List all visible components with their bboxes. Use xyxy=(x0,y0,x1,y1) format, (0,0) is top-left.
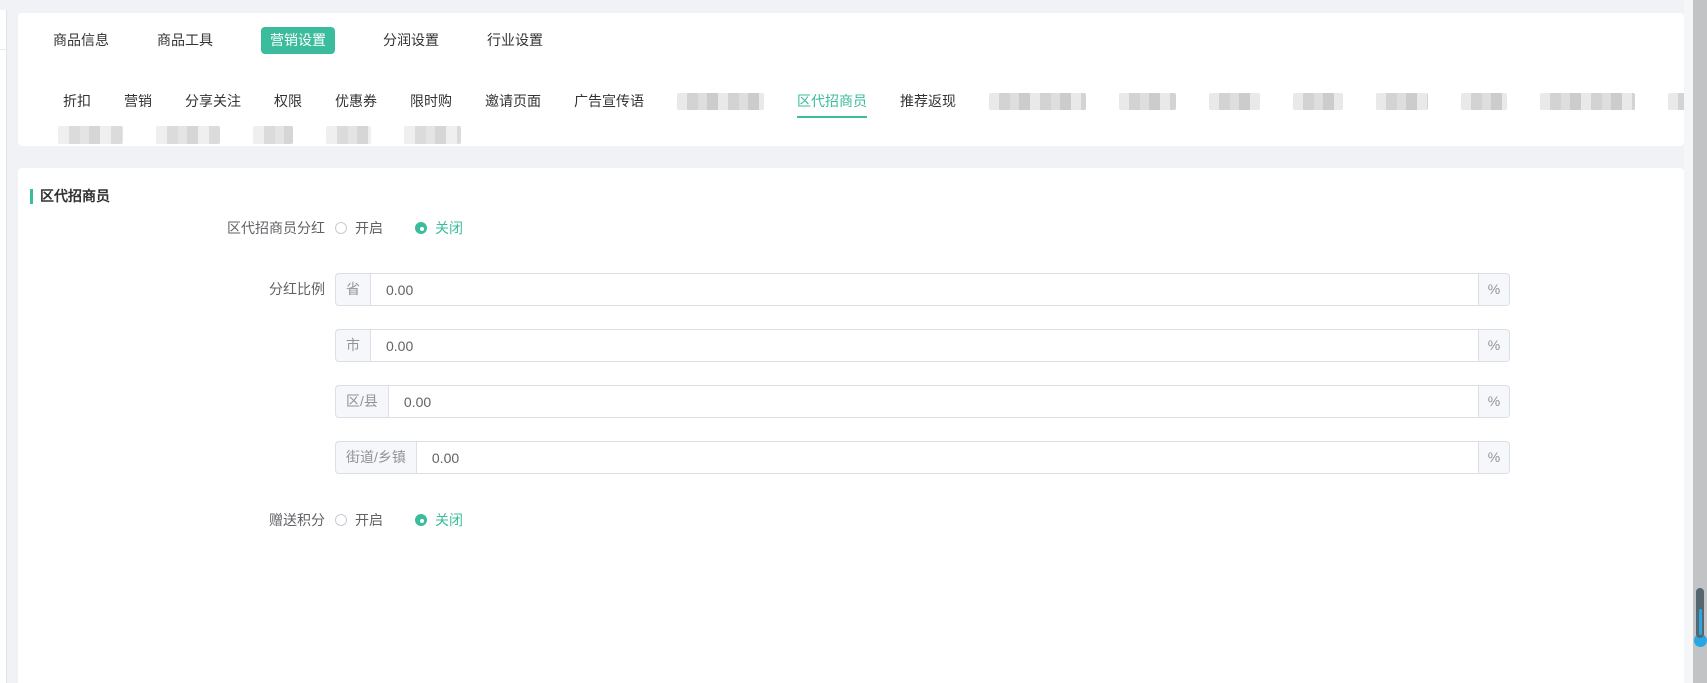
city-prepend-label: 市 xyxy=(335,329,370,362)
tab-marketing[interactable]: 营销 xyxy=(124,92,152,111)
tab-profit-settings[interactable]: 分润设置 xyxy=(383,27,439,54)
tab-referral-cashback[interactable]: 推荐返现 xyxy=(900,92,956,111)
tab-invite-page[interactable]: 邀请页面 xyxy=(485,92,541,111)
radio-unchecked-icon[interactable] xyxy=(335,514,347,526)
collapsed-sidebar-header xyxy=(0,10,6,50)
tab-product-tools[interactable]: 商品工具 xyxy=(157,27,213,54)
ratio-row-city: 市 % xyxy=(335,329,1510,362)
scrollbar-thumb-thermometer-icon[interactable] xyxy=(1696,588,1704,647)
ratio-row-district: 区/县 % xyxy=(335,385,1510,418)
blurred-tab[interactable] xyxy=(1209,93,1260,110)
thermometer-stem xyxy=(1696,588,1704,638)
dividend-radio-group: 开启 关闭 xyxy=(335,218,463,238)
ratio-label: 分红比例 xyxy=(18,273,325,306)
radio-on-label[interactable]: 开启 xyxy=(355,510,383,530)
blurred-tab[interactable] xyxy=(989,93,1086,110)
dividend-off-option[interactable]: 关闭 xyxy=(415,218,463,238)
district-prepend-label: 区/县 xyxy=(335,385,388,418)
radio-off-label[interactable]: 关闭 xyxy=(435,218,463,238)
section-accent-bar xyxy=(30,189,33,204)
percent-suffix: % xyxy=(1479,329,1510,362)
radio-checked-icon[interactable] xyxy=(415,514,427,526)
dividend-label: 区代招商员分红 xyxy=(18,218,325,238)
tab-regional-agent[interactable]: 区代招商员 xyxy=(797,92,867,111)
tab-ad-slogan[interactable]: 广告宣传语 xyxy=(574,92,644,111)
radio-unchecked-icon[interactable] xyxy=(335,222,347,234)
primary-tab-bar: 商品信息 商品工具 营销设置 分润设置 行业设置 xyxy=(53,27,543,54)
blurred-tab[interactable] xyxy=(1293,93,1343,110)
percent-suffix: % xyxy=(1479,273,1510,306)
province-prepend-label: 省 xyxy=(335,273,370,306)
points-label: 赠送积分 xyxy=(18,510,325,530)
blurred-tab[interactable] xyxy=(58,126,123,144)
percent-suffix: % xyxy=(1479,385,1510,418)
blurred-tab[interactable] xyxy=(1119,93,1176,110)
blurred-tab[interactable] xyxy=(253,126,293,144)
blurred-tab[interactable] xyxy=(1461,93,1507,110)
tab-coupon[interactable]: 优惠券 xyxy=(335,92,377,111)
scrollbar-track[interactable] xyxy=(1693,0,1707,683)
percent-suffix: % xyxy=(1479,441,1510,474)
radio-off-label[interactable]: 关闭 xyxy=(435,510,463,530)
points-radio-group: 开启 关闭 xyxy=(335,510,463,530)
ratio-row-province: 省 % xyxy=(335,273,1510,306)
section-header: 区代招商员 xyxy=(30,186,110,206)
dividend-on-option[interactable]: 开启 xyxy=(335,218,383,238)
ratio-input-list: 省 % 市 % 区/县 % 街道/乡镇 % xyxy=(335,273,1510,474)
tab-permission[interactable]: 权限 xyxy=(274,92,302,111)
radio-on-label[interactable]: 开启 xyxy=(355,218,383,238)
radio-checked-icon[interactable] xyxy=(415,222,427,234)
points-on-option[interactable]: 开启 xyxy=(335,510,383,530)
street-prepend-label: 街道/乡镇 xyxy=(335,441,416,474)
ratio-row-street: 街道/乡镇 % xyxy=(335,441,1510,474)
blurred-tab[interactable] xyxy=(1540,93,1635,110)
tab-marketing-settings[interactable]: 营销设置 xyxy=(261,27,335,54)
ratio-input-district[interactable] xyxy=(388,385,1479,418)
secondary-tab-bar: 折扣 营销 分享关注 权限 优惠券 限时购 邀请页面 广告宣传语 区代招商员 推… xyxy=(63,92,1707,111)
scrollbar-gap xyxy=(1684,0,1693,683)
blurred-tab[interactable] xyxy=(677,93,764,110)
tabs-card: 商品信息 商品工具 营销设置 分润设置 行业设置 折扣 营销 分享关注 权限 优… xyxy=(18,13,1684,146)
section-title: 区代招商员 xyxy=(40,186,110,206)
points-radio-row: 赠送积分 开启 关闭 xyxy=(18,510,463,530)
tab-share-follow[interactable]: 分享关注 xyxy=(185,92,241,111)
ratio-row: 分红比例 省 % 市 % 区/县 % 街道/乡镇 % xyxy=(18,273,1510,474)
tab-flash-sale[interactable]: 限时购 xyxy=(410,92,452,111)
tab-discount[interactable]: 折扣 xyxy=(63,92,91,111)
tab-product-info[interactable]: 商品信息 xyxy=(53,27,109,54)
blurred-tab[interactable] xyxy=(1376,93,1428,110)
collapsed-sidebar xyxy=(0,10,7,683)
blurred-tab[interactable] xyxy=(326,126,371,144)
tab-industry-settings[interactable]: 行业设置 xyxy=(487,27,543,54)
regional-agent-panel: 区代招商员 区代招商员分红 开启 关闭 分红比例 省 % 市 xyxy=(18,168,1684,683)
points-off-option[interactable]: 关闭 xyxy=(415,510,463,530)
ratio-input-province[interactable] xyxy=(370,273,1479,306)
dividend-radio-row: 区代招商员分红 开启 关闭 xyxy=(18,218,463,238)
blurred-tab[interactable] xyxy=(404,126,461,144)
blurred-tab[interactable] xyxy=(156,126,220,144)
ratio-input-city[interactable] xyxy=(370,329,1479,362)
ratio-input-street[interactable] xyxy=(416,441,1479,474)
tertiary-tab-bar xyxy=(58,126,461,144)
